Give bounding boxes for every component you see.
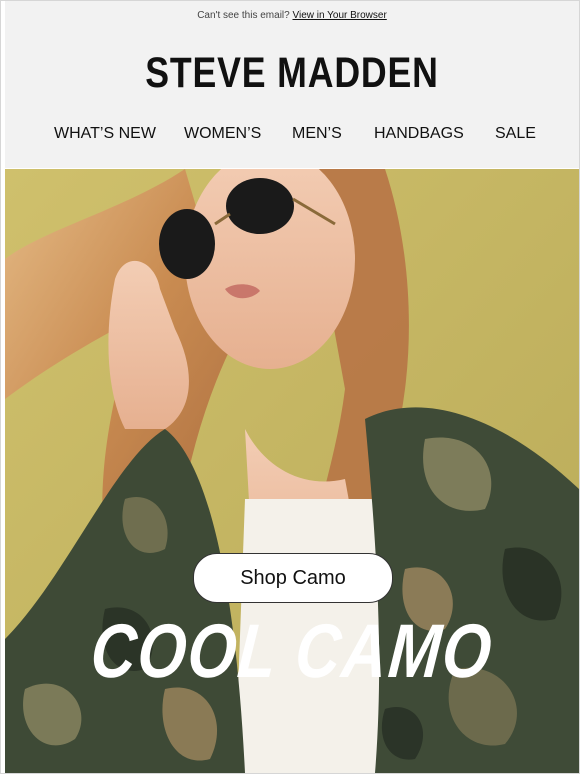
nav-item-whats-new[interactable]: WHAT’S NEW <box>54 125 156 143</box>
preheader: Can't see this email? View in Your Brows… <box>5 10 579 21</box>
view-in-browser-link[interactable]: View in Your Browser <box>292 10 386 21</box>
main-nav: WHAT’S NEW WOMEN’S MEN’S HANDBAGS SALE <box>5 125 579 147</box>
nav-item-mens[interactable]: MEN’S <box>292 125 342 143</box>
email-header: Can't see this email? View in Your Brows… <box>5 1 579 168</box>
nav-item-womens[interactable]: WOMEN’S <box>184 125 261 143</box>
hero-headline: COOL CAMO <box>87 609 497 694</box>
steve-madden-logo[interactable]: STEVE MADDEN <box>54 49 530 98</box>
preheader-text: Can't see this email? <box>197 10 290 21</box>
hero-banner[interactable]: COOL CAMO Shop Camo <box>5 169 579 773</box>
nav-item-handbags[interactable]: HANDBAGS <box>374 125 464 143</box>
nav-item-sale[interactable]: SALE <box>495 125 536 143</box>
email-frame: Can't see this email? View in Your Brows… <box>0 0 580 774</box>
shop-camo-button[interactable]: Shop Camo <box>193 553 393 603</box>
